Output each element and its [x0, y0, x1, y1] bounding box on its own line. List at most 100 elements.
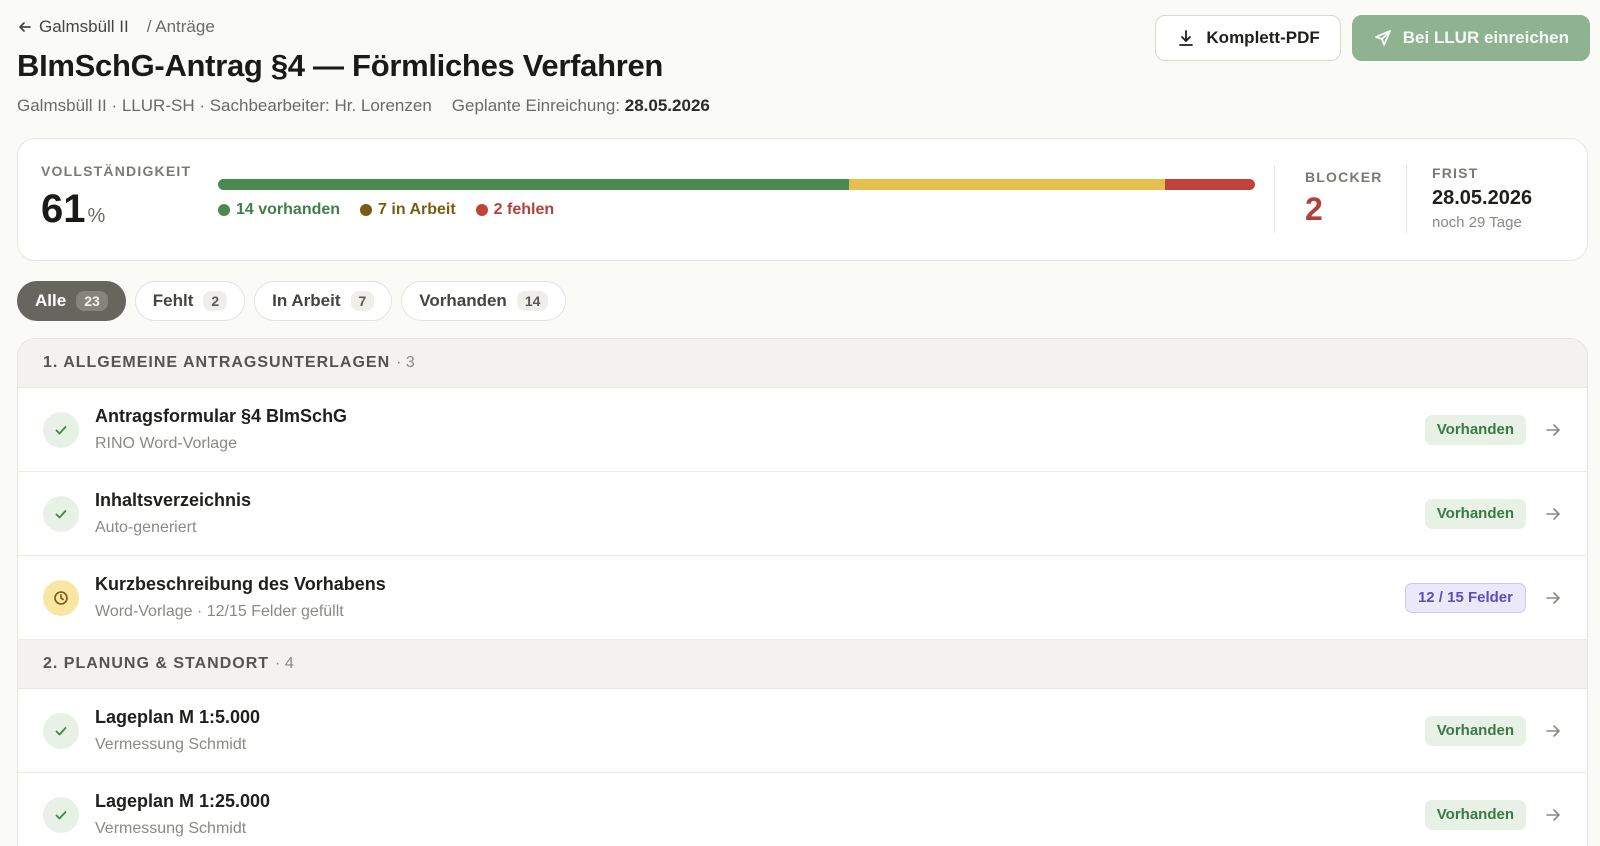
dot-icon: [218, 204, 230, 216]
section-header: 2. PLANUNG & STANDORT · 4: [18, 640, 1587, 689]
status-badge: Vorhanden: [1424, 414, 1526, 445]
legend-in-progress-label: 7 in Arbeit: [378, 201, 456, 218]
document-row[interactable]: Inhaltsverzeichnis Auto-generiert Vorhande…: [18, 472, 1587, 556]
blocker-label: BLOCKER: [1305, 169, 1383, 185]
filter-chip-vorhanden[interactable]: Vorhanden 14: [401, 281, 567, 321]
deadline-block: FRIST 28.05.2026 noch 29 Tage: [1432, 165, 1532, 231]
arrow-right-icon[interactable]: [1544, 505, 1562, 523]
legend-missing-label: 2 fehlen: [493, 201, 555, 218]
check-icon: [43, 495, 79, 532]
page-subtitle: Galmsbüll II · LLUR-SH · Sachbearbeiter:…: [17, 96, 1590, 116]
document-title: Kurzbeschreibung des Vorhabens: [95, 574, 386, 594]
filter-chip-count: 2: [203, 291, 228, 311]
document-title: Inhaltsverzeichnis: [95, 490, 252, 510]
status-badge: Vorhanden: [1424, 715, 1526, 746]
section-title: 1. ALLGEMEINE ANTRAGSUNTERLAGEN: [43, 354, 391, 371]
section-count: · 4: [275, 655, 294, 672]
filter-chips: Alle 23 Fehlt 2 In Arbeit 7 Vorhanden 14: [17, 281, 567, 321]
document-title: Lageplan M 1:5.000: [95, 707, 261, 727]
status-badge: Vorhanden: [1424, 498, 1526, 529]
deadline-label: FRIST: [1432, 165, 1479, 181]
check-icon: [43, 796, 79, 833]
document-row[interactable]: Lageplan M 1:5.000 Vermessung Schmidt Vorh…: [18, 689, 1587, 773]
filter-chip-label: In Arbeit: [272, 291, 341, 310]
document-subtitle: Word-Vorlage · 12/15 Felder gefüllt: [95, 603, 344, 620]
submit-button[interactable]: Bei LLUR einreichen: [1351, 15, 1590, 61]
filter-chip-alle[interactable]: Alle 23: [17, 281, 126, 321]
planned-submission: Geplante Einreichung: 28.05.2026: [452, 96, 710, 116]
document-subtitle: Vermessung Schmidt: [95, 736, 247, 753]
progress-legend: 14 vorhanden 7 in Arbeit 2 fehlen: [218, 201, 554, 219]
completeness-progress-bar: [218, 179, 1255, 190]
filter-chip-count: 23: [76, 291, 108, 311]
arrow-right-icon[interactable]: [1544, 806, 1562, 824]
arrow-right-icon[interactable]: [1544, 421, 1562, 439]
divider: [1274, 165, 1275, 233]
progress-segment-present: [218, 179, 850, 190]
section-header: 1. ALLGEMEINE ANTRAGSUNTERLAGEN · 3: [18, 339, 1587, 388]
progress-segment-in-progress: [849, 179, 1165, 190]
arrow-right-icon[interactable]: [1544, 722, 1562, 740]
arrow-right-icon[interactable]: [1544, 589, 1562, 607]
filter-chip-count: 7: [350, 291, 375, 311]
completeness-label: VOLLSTÄNDIGKEIT: [41, 163, 192, 179]
send-icon: [1374, 30, 1391, 46]
document-text: Antragsformular §4 BImSchG RINO Word-Vorl…: [95, 406, 1425, 453]
download-icon: [1179, 30, 1194, 46]
document-subtitle: Vermessung Schmidt: [95, 820, 247, 837]
check-icon: [43, 712, 79, 749]
document-text: Kurzbeschreibung des Vorhabens Word-Vorla…: [95, 574, 1405, 621]
deadline-remaining: noch 29 Tage: [1432, 214, 1522, 231]
header-actions: Komplett-PDF Bei LLUR einreichen: [1155, 15, 1590, 61]
document-title: Antragsformular §4 BImSchG: [95, 406, 348, 426]
planned-submission-label: Geplante Einreichung:: [451, 96, 621, 115]
completeness-number: 61: [41, 187, 86, 231]
document-row[interactable]: Antragsformular §4 BImSchG RINO Word-Vorl…: [18, 388, 1587, 472]
arrow-left-icon: [19, 22, 31, 32]
back-link-label: Galmsbüll II: [39, 17, 129, 36]
document-text: Lageplan M 1:5.000 Vermessung Schmidt: [95, 707, 1425, 754]
completeness-unit: %: [87, 205, 106, 227]
filter-chip-fehlt[interactable]: Fehlt 2: [134, 281, 246, 321]
progress-segment-missing: [1164, 179, 1255, 190]
dot-icon: [360, 204, 373, 216]
deadline-date: 28.05.2026: [1432, 187, 1533, 209]
document-subtitle: RINO Word-Vorlage: [95, 435, 237, 452]
legend-present-label: 14 vorhanden: [236, 201, 341, 218]
document-row[interactable]: Lageplan M 1:25.000 Vermessung Schmidt Vor…: [18, 773, 1587, 846]
completeness-block: VOLLSTÄNDIGKEIT 61%: [41, 163, 191, 232]
project-meta: Galmsbüll II · LLUR-SH · Sachbearbeiter:…: [17, 96, 432, 115]
legend-missing: 2 fehlen: [475, 201, 555, 219]
legend-in-progress: 7 in Arbeit: [360, 201, 456, 219]
filter-chip-count: 14: [516, 291, 549, 311]
check-icon: [43, 411, 79, 448]
download-pdf-button[interactable]: Komplett-PDF: [1155, 15, 1341, 61]
breadcrumb-current: / Anträge: [146, 17, 215, 36]
submit-label: Bei LLUR einreichen: [1402, 28, 1569, 47]
divider: [1406, 165, 1407, 233]
section-count: · 3: [396, 354, 415, 371]
filter-chip-in-arbeit[interactable]: In Arbeit 7: [254, 281, 393, 321]
document-row[interactable]: Kurzbeschreibung des Vorhabens Word-Vorla…: [18, 556, 1587, 640]
back-link[interactable]: Galmsbüll II: [17, 17, 129, 37]
download-pdf-label: Komplett-PDF: [1206, 28, 1320, 47]
status-badge: Vorhanden: [1424, 799, 1526, 830]
filter-chip-label: Vorhanden: [419, 291, 507, 310]
blocker-value: 2: [1305, 191, 1323, 227]
status-badge: 12 / 15 Felder: [1404, 582, 1526, 613]
completeness-summary: VOLLSTÄNDIGKEIT 61% 14 vorhanden 7 in Ar…: [17, 138, 1588, 261]
page-header: Galmsbüll II / Anträge BImSchG-Antrag §4…: [17, 14, 1590, 124]
blocker-block: BLOCKER 2: [1305, 169, 1383, 228]
section-title: 2. PLANUNG & STANDORT: [43, 655, 270, 672]
document-title: Lageplan M 1:25.000: [95, 791, 271, 811]
planned-submission-date: 28.05.2026: [624, 96, 710, 115]
document-text: Lageplan M 1:25.000 Vermessung Schmidt: [95, 791, 1425, 838]
filter-chip-label: Fehlt: [152, 291, 194, 310]
document-list: 1. ALLGEMEINE ANTRAGSUNTERLAGEN · 3 Antrag…: [17, 338, 1588, 846]
dot-icon: [475, 204, 488, 216]
completeness-value: 61%: [41, 187, 191, 232]
filter-chip-label: Alle: [35, 291, 67, 310]
clock-icon: [43, 579, 79, 616]
document-subtitle: Auto-generiert: [95, 519, 197, 536]
document-text: Inhaltsverzeichnis Auto-generiert: [95, 490, 1425, 537]
